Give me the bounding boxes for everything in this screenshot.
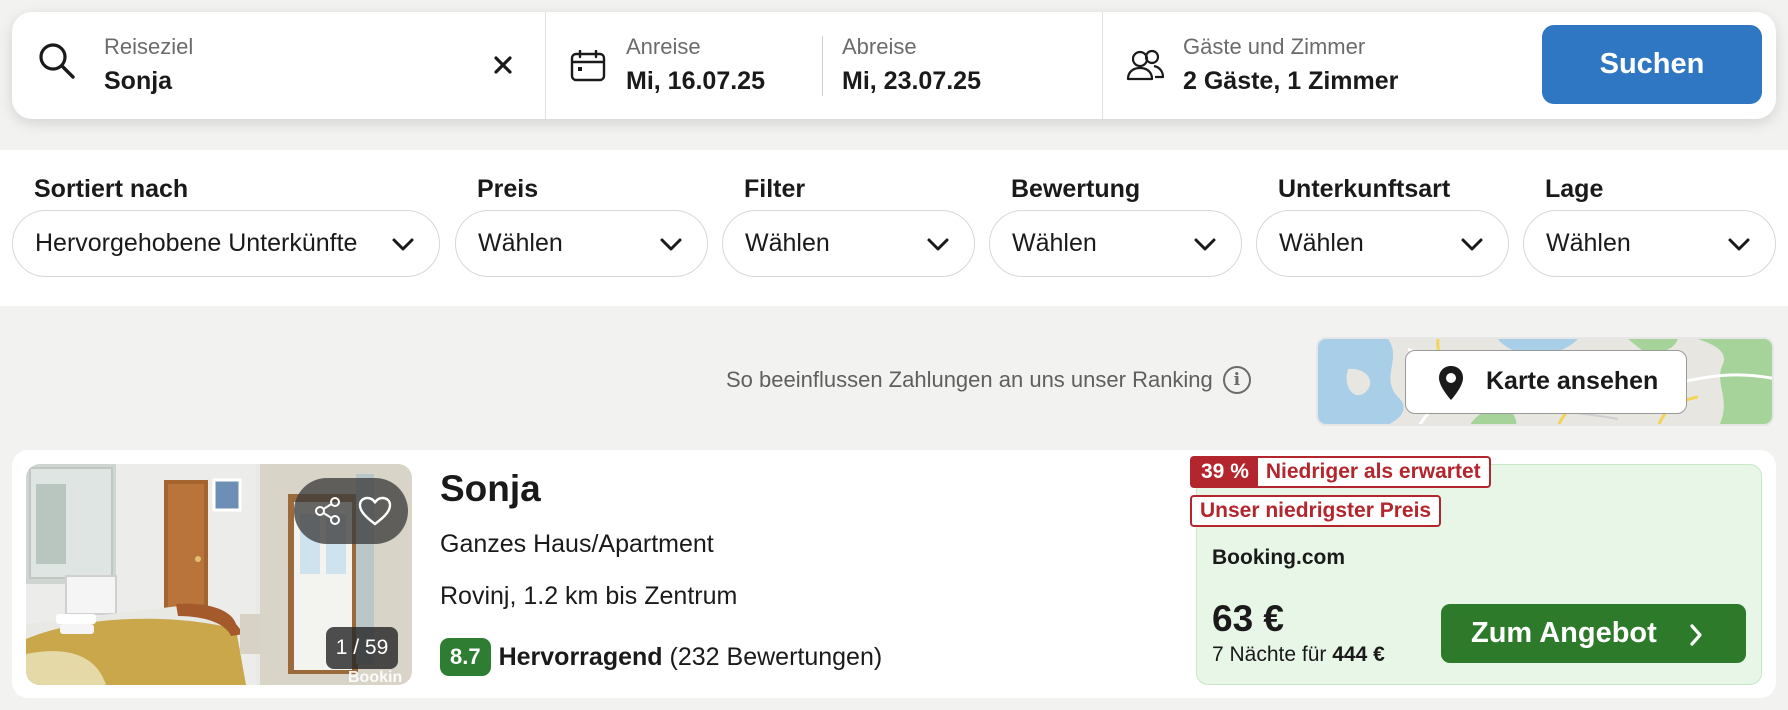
search-bar: Reiseziel Sonja Anreise Mi, 16.07.25 Abr… <box>12 12 1776 119</box>
discount-text: Niedriger als erwartet <box>1265 460 1481 483</box>
view-offer-button[interactable]: Zum Angebot <box>1441 604 1746 663</box>
search-icon <box>36 40 78 82</box>
filter-location-title: Lage <box>1545 175 1604 203</box>
guests-field[interactable]: Gäste und Zimmer 2 Gäste, 1 Zimmer <box>1183 34 1398 98</box>
destination-input[interactable]: Sonja <box>104 64 193 98</box>
search-button[interactable]: Suchen <box>1542 25 1762 104</box>
view-map-label: Karte ansehen <box>1486 367 1659 395</box>
guests-segment[interactable]: Gäste und Zimmer 2 Gäste, 1 Zimmer Suche… <box>1103 12 1776 119</box>
ranking-text: So beeinflussen Zahlungen an uns unser R… <box>726 367 1213 392</box>
discount-percent: 39 % <box>1192 458 1258 486</box>
rating-score-badge: 8.7 <box>440 638 491 676</box>
property-photo[interactable]: 1 / 59 Bookin <box>26 464 412 685</box>
filter-price-select[interactable]: Wählen <box>455 210 708 277</box>
filter-accommodation-select[interactable]: Wählen <box>1256 210 1509 277</box>
view-offer-label: Zum Angebot <box>1471 617 1657 649</box>
filter-price-value: Wählen <box>478 229 563 257</box>
filter-filter-title: Filter <box>744 175 806 203</box>
chevron-down-icon <box>1727 233 1751 262</box>
discount-badge: 39 % Niedriger als erwartet <box>1190 456 1491 488</box>
nights-text: 7 Nächte für <box>1212 643 1327 666</box>
checkin-label: Anreise <box>626 34 701 59</box>
filter-location-select[interactable]: Wählen <box>1523 210 1776 277</box>
heart-icon[interactable] <box>355 491 395 531</box>
photo-counter: 1 / 59 <box>326 627 398 669</box>
filter-accommodation-title: Unterkunftsart <box>1278 175 1451 203</box>
property-rating[interactable]: 8.7 Hervorragend (232 Bewertungen) <box>440 638 882 676</box>
review-count: (232 Bewertungen) <box>669 642 883 671</box>
destination-label: Reiseziel <box>104 34 194 59</box>
checkout-label: Abreise <box>842 34 917 59</box>
provider-name: Booking.com <box>1212 546 1346 569</box>
lowest-price-badge: Unser niedrigster Preis <box>1190 495 1442 527</box>
share-icon[interactable] <box>308 491 348 531</box>
date-divider <box>822 36 823 96</box>
chevron-down-icon <box>926 233 950 262</box>
filter-rating-value: Wählen <box>1012 229 1097 257</box>
filter-sort-title: Sortiert nach <box>34 175 189 203</box>
filter-rating-select[interactable]: Wählen <box>989 210 1242 277</box>
result-card[interactable]: 1 / 59 Bookin Sonja Ganzes Haus/Apartmen… <box>12 450 1776 698</box>
users-icon <box>1125 48 1165 82</box>
destination-segment[interactable]: Reiseziel Sonja <box>12 12 546 119</box>
filter-price-title: Preis <box>477 175 539 203</box>
info-icon[interactable]: i <box>1222 366 1251 394</box>
chevron-down-icon <box>659 233 683 262</box>
photo-watermark: Bookin <box>348 669 403 685</box>
destination-field[interactable]: Reiseziel Sonja <box>104 34 193 98</box>
checkin-value[interactable]: Mi, 16.07.25 <box>626 64 765 98</box>
guests-value[interactable]: 2 Gäste, 1 Zimmer <box>1183 64 1398 98</box>
filter-filter-select[interactable]: Wählen <box>722 210 975 277</box>
map-pin-icon <box>1438 365 1464 406</box>
property-location[interactable]: Rovinj, 1.2 km bis Zentrum <box>440 582 737 611</box>
clear-destination-icon[interactable] <box>488 50 518 80</box>
filter-sort-value: Hervorgehobene Unterkünfte <box>35 229 358 257</box>
view-map-button[interactable]: Karte ansehen <box>1405 350 1687 414</box>
property-name[interactable]: Sonja <box>440 464 541 514</box>
filter-rating-title: Bewertung <box>1011 175 1141 203</box>
photo-actions <box>294 478 408 544</box>
filter-filter-value: Wählen <box>745 229 830 257</box>
total-price-line: 7 Nächte für 444 € <box>1212 643 1385 667</box>
rating-label: Hervorragend <box>498 642 663 671</box>
filter-accommodation-value: Wählen <box>1279 229 1364 257</box>
price-per-night: 63 € <box>1212 598 1285 639</box>
chevron-right-icon <box>1688 622 1704 655</box>
filter-location-value: Wählen <box>1546 229 1631 257</box>
checkout-value[interactable]: Mi, 23.07.25 <box>842 64 981 98</box>
checkin-field[interactable]: Anreise Mi, 16.07.25 <box>626 34 765 98</box>
property-type: Ganzes Haus/Apartment <box>440 530 714 558</box>
filter-sort-select[interactable]: Hervorgehobene Unterkünfte <box>12 210 440 277</box>
chevron-down-icon <box>1460 233 1484 262</box>
chevron-down-icon <box>1193 233 1217 262</box>
guests-label: Gäste und Zimmer <box>1183 34 1366 59</box>
ranking-info[interactable]: So beeinflussen Zahlungen an uns unser R… <box>726 366 1251 394</box>
checkout-field[interactable]: Abreise Mi, 23.07.25 <box>842 34 981 98</box>
total-price: 444 € <box>1332 643 1385 666</box>
dates-segment: Anreise Mi, 16.07.25 Abreise Mi, 23.07.2… <box>546 12 1103 119</box>
chevron-down-icon <box>391 233 415 262</box>
calendar-icon <box>570 50 606 82</box>
